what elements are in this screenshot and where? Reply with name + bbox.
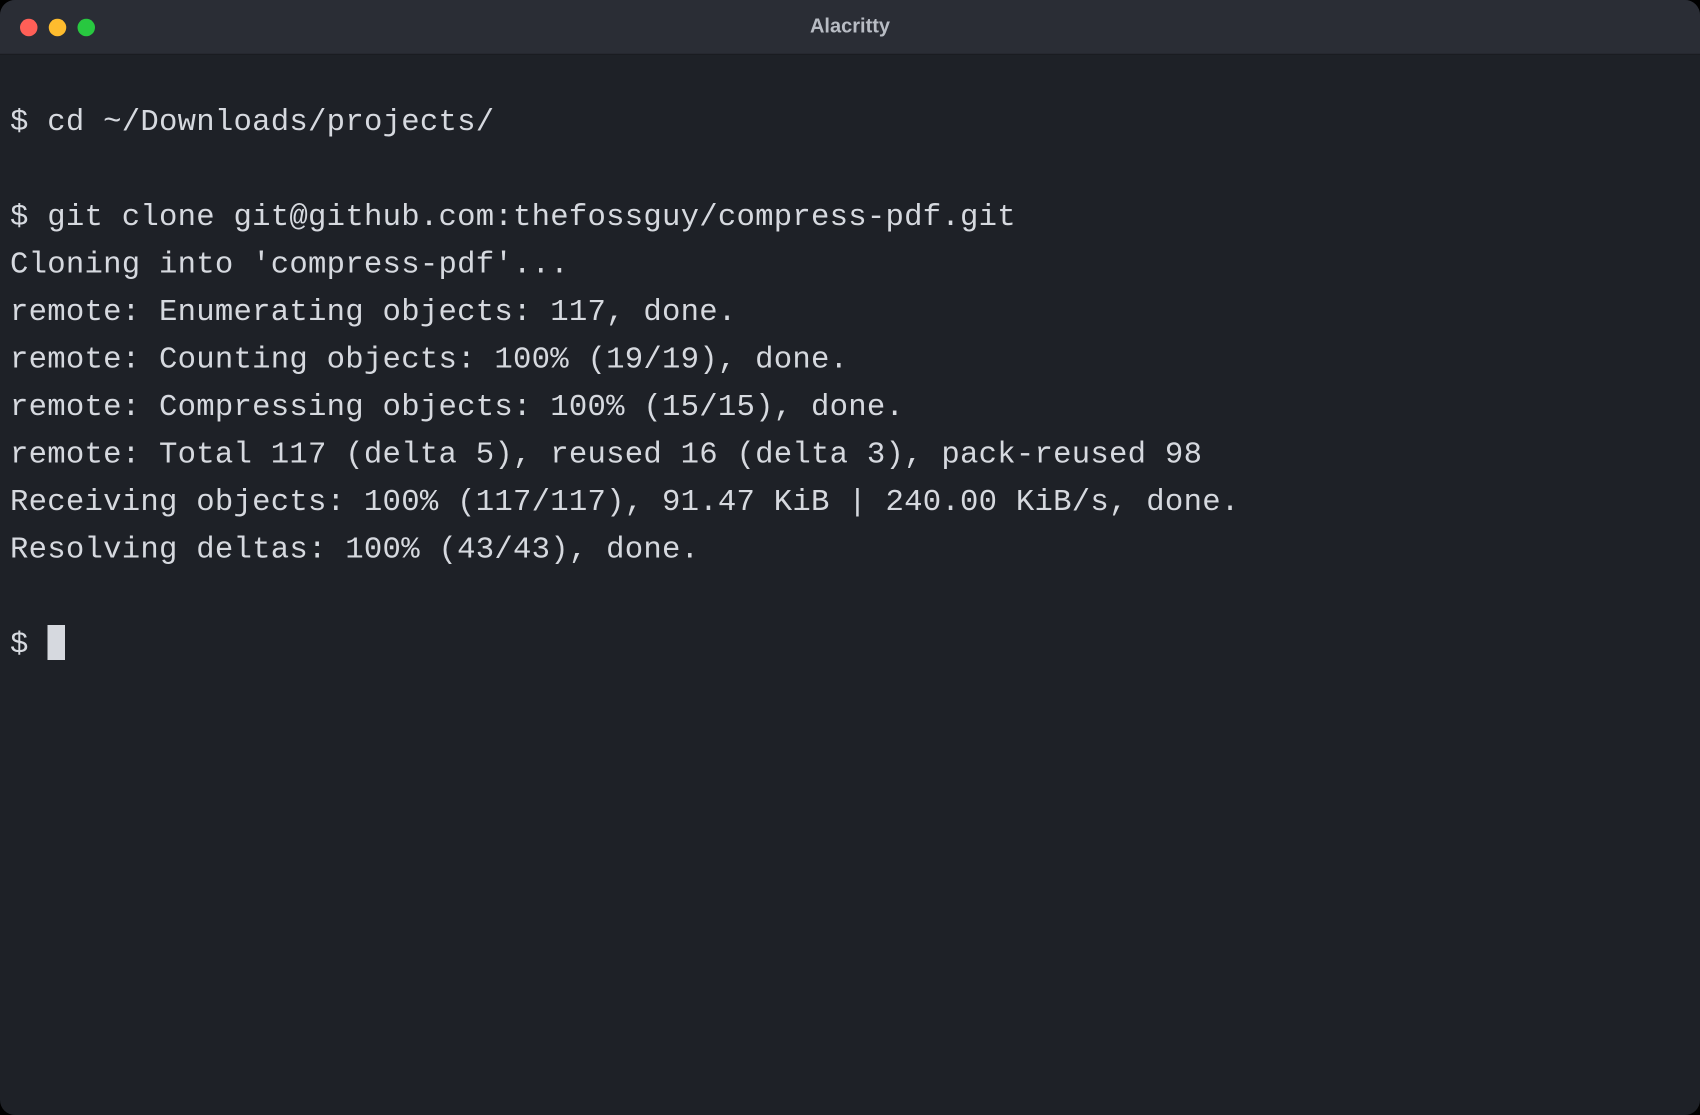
terminal-command-line: $ (10, 622, 1690, 669)
command-text: cd ~/Downloads/projects/ (47, 106, 494, 140)
output-text: Receiving objects: 100% (117/117), 91.47… (10, 486, 1239, 520)
terminal-output-line: Receiving objects: 100% (117/117), 91.47… (10, 480, 1690, 527)
terminal-output[interactable]: $ cd ~/Downloads/projects/$ git clone gi… (0, 55, 1700, 680)
terminal-blank-line (10, 575, 1690, 622)
terminal-output-line: remote: Compressing objects: 100% (15/15… (10, 385, 1690, 432)
terminal-blank-line (10, 147, 1690, 194)
output-text: remote: Compressing objects: 100% (15/15… (10, 391, 904, 425)
terminal-output-line: Resolving deltas: 100% (43/43), done. (10, 527, 1690, 574)
close-button[interactable] (20, 18, 38, 36)
maximize-button[interactable] (78, 18, 96, 36)
terminal-output-line: remote: Counting objects: 100% (19/19), … (10, 337, 1690, 384)
output-text: remote: Counting objects: 100% (19/19), … (10, 344, 848, 378)
output-text: Resolving deltas: 100% (43/43), done. (10, 533, 699, 567)
output-text: remote: Enumerating objects: 117, done. (10, 296, 737, 330)
prompt-symbol: $ (10, 106, 47, 140)
prompt-symbol: $ (10, 628, 47, 662)
window-title: Alacritty (0, 16, 1700, 39)
titlebar: Alacritty (0, 0, 1700, 55)
terminal-window: Alacritty $ cd ~/Downloads/projects/$ gi… (0, 0, 1700, 1115)
output-text: remote: Total 117 (delta 5), reused 16 (… (10, 438, 1202, 472)
command-text: git clone git@github.com:thefossguy/comp… (47, 201, 1016, 235)
minimize-button[interactable] (49, 18, 67, 36)
terminal-output-line: remote: Total 117 (delta 5), reused 16 (… (10, 432, 1690, 479)
cursor (47, 625, 65, 660)
terminal-output-line: Cloning into 'compress-pdf'... (10, 242, 1690, 289)
output-text: Cloning into 'compress-pdf'... (10, 249, 569, 283)
terminal-command-line: $ git clone git@github.com:thefossguy/co… (10, 195, 1690, 242)
traffic-lights (20, 18, 95, 36)
terminal-output-line: remote: Enumerating objects: 117, done. (10, 290, 1690, 337)
prompt-symbol: $ (10, 201, 47, 235)
terminal-command-line: $ cd ~/Downloads/projects/ (10, 100, 1690, 147)
